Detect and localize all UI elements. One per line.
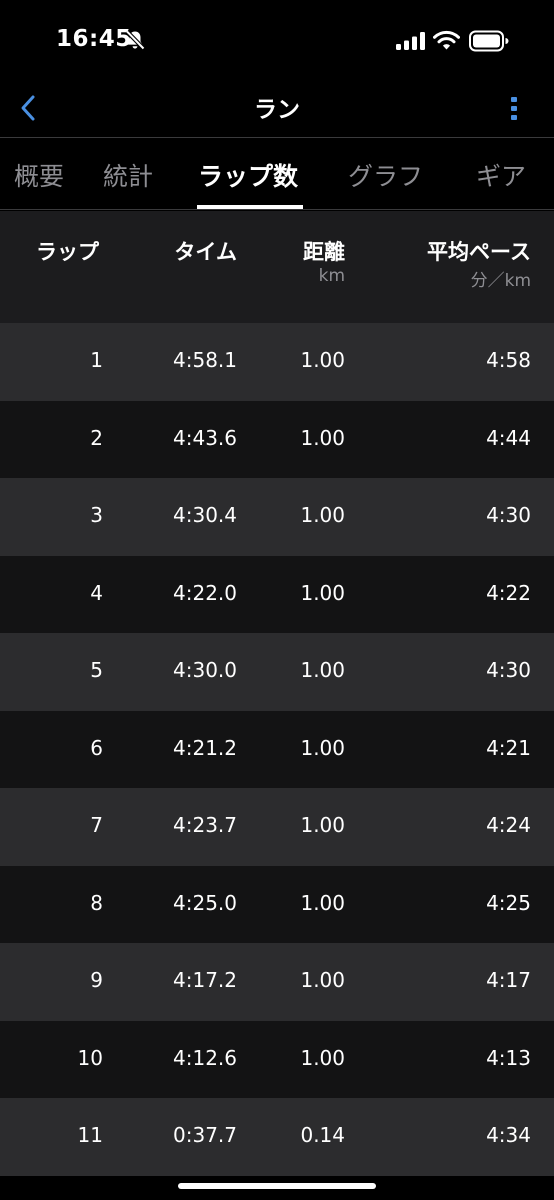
tab-stats[interactable]: 統計 [103,157,153,193]
lap-pace: 4:34 [486,1123,531,1147]
lap-number: 6 [90,735,103,760]
active-tab-indicator [197,205,303,209]
lap-number: 7 [90,813,103,837]
lap-time: 0:37.7 [173,1123,237,1147]
status-bar: 16:45 [0,0,554,82]
lap-distance: 0.14 [300,1123,345,1147]
table-row[interactable]: 7 4:23.7 1.00 4:24 [0,788,554,866]
table-row[interactable]: 11 0:37.7 0.14 4:34 [0,1098,554,1176]
lap-pace: 4:24 [486,813,531,837]
lap-time: 4:12.6 [173,1045,237,1070]
table-row[interactable]: 8 4:25.0 1.00 4:25 [0,865,554,943]
tab-bar: 概要 統計 ラップ数 グラフ ギア [0,139,554,210]
table-header: ラップ タイム 距離 km 平均ペース 分／km [0,211,554,323]
lap-distance: 1.00 [300,813,345,837]
lap-distance: 1.00 [300,1045,345,1070]
header-time: タイム [174,240,237,264]
lap-number: 9 [90,968,103,992]
table-row[interactable]: 5 4:30.0 1.00 4:30 [0,633,554,711]
header-pace-unit: 分／km [470,271,531,291]
lap-time: 4:23.7 [173,813,237,837]
lap-time: 4:43.6 [173,425,237,450]
lap-time: 4:21.2 [173,735,237,760]
lap-distance: 1.00 [300,968,345,992]
header-distance: 距離 [303,240,345,264]
nav-bar: ラン [0,82,554,138]
lap-number: 11 [77,1123,103,1147]
lap-time: 4:30.0 [173,658,237,682]
lap-time: 4:30.4 [173,503,237,527]
lap-number: 2 [90,425,103,450]
header-lap: ラップ [36,240,99,264]
tab-overview[interactable]: 概要 [14,157,64,193]
cellular-signal-icon [396,32,425,50]
lap-pace: 4:21 [486,735,531,760]
lap-pace: 4:25 [486,890,531,915]
tab-gear[interactable]: ギア [476,157,526,193]
bell-slash-icon [125,30,146,50]
lap-time: 4:17.2 [173,968,237,992]
lap-number: 8 [90,890,103,915]
tab-graph[interactable]: グラフ [348,157,423,193]
lap-distance: 1.00 [300,503,345,527]
lap-number: 1 [90,348,103,372]
screen: 16:45 ラン 概要 統計 ラップ数 グラフ ギア ラップ タイム 距離 km… [0,0,554,1200]
table-row[interactable]: 9 4:17.2 1.00 4:17 [0,943,554,1021]
table-row[interactable]: 6 4:21.2 1.00 4:21 [0,710,554,788]
lap-time: 4:25.0 [173,890,237,915]
table-row[interactable]: 3 4:30.4 1.00 4:30 [0,478,554,556]
lap-number: 4 [90,580,103,605]
battery-icon [469,30,509,52]
lap-pace: 4:13 [486,1045,531,1070]
lap-distance: 1.00 [300,735,345,760]
lap-pace: 4:17 [486,968,531,992]
lap-distance: 1.00 [300,890,345,915]
lap-table: 1 4:58.1 1.00 4:58 2 4:43.6 1.00 4:44 3 … [0,323,554,1176]
tab-laps[interactable]: ラップ数 [198,157,298,193]
lap-time: 4:22.0 [173,580,237,605]
status-time: 16:45 [56,26,132,52]
more-vertical-icon[interactable] [500,88,528,128]
header-distance-unit: km [318,266,345,286]
table-row[interactable]: 1 4:58.1 1.00 4:58 [0,323,554,401]
header-pace: 平均ペース [427,240,531,264]
wifi-icon [433,30,460,50]
lap-number: 3 [90,503,103,527]
lap-pace: 4:30 [486,658,531,682]
table-row[interactable]: 4 4:22.0 1.00 4:22 [0,555,554,633]
lap-pace: 4:30 [486,503,531,527]
lap-number: 10 [77,1045,103,1070]
table-row[interactable]: 2 4:43.6 1.00 4:44 [0,400,554,478]
lap-distance: 1.00 [300,580,345,605]
lap-pace: 4:58 [486,348,531,372]
lap-distance: 1.00 [300,348,345,372]
lap-number: 5 [90,658,103,682]
nav-title: ラン [254,97,300,123]
home-indicator[interactable] [178,1183,376,1189]
lap-pace: 4:44 [486,425,531,450]
lap-time: 4:58.1 [173,348,237,372]
table-row[interactable]: 10 4:12.6 1.00 4:13 [0,1020,554,1098]
lap-pace: 4:22 [486,580,531,605]
lap-distance: 1.00 [300,658,345,682]
lap-distance: 1.00 [300,425,345,450]
